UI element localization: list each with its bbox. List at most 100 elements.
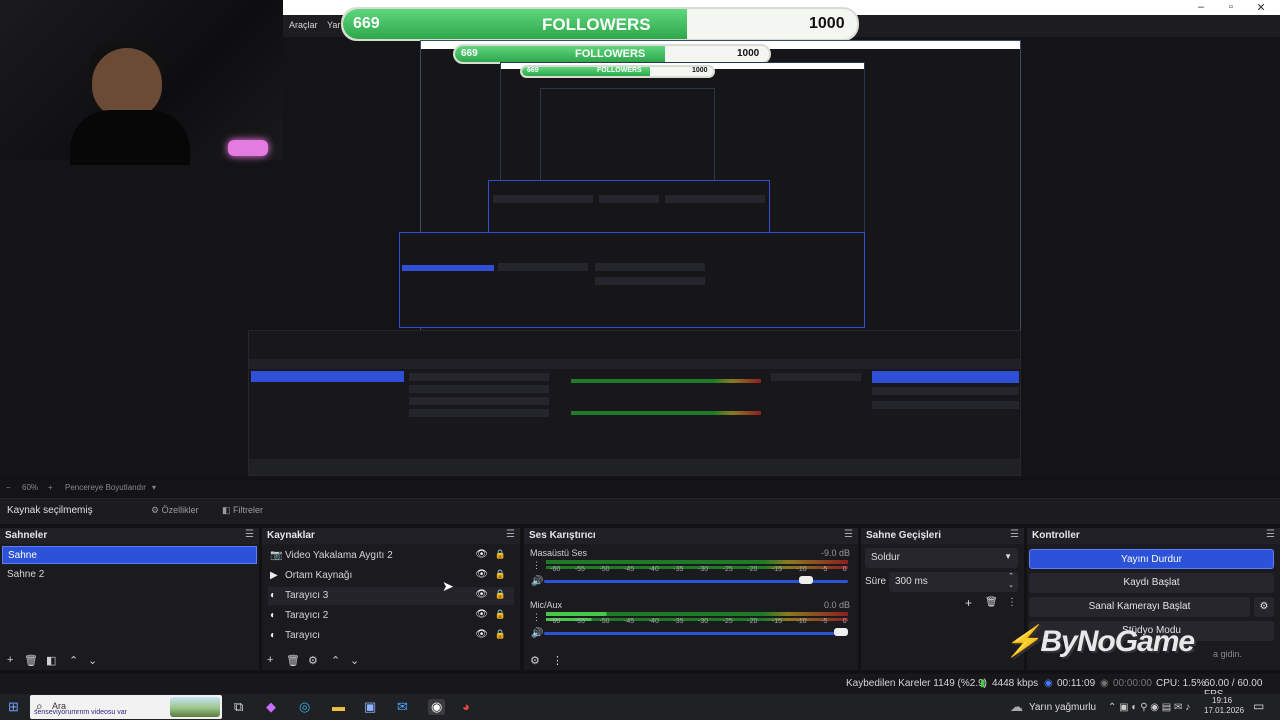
lock-icon[interactable]: 🔒	[495, 609, 506, 620]
meter-scale: -60 -55 -50 -45 -40 -35 -30 -25 -20 -15 -10 -5 0	[550, 618, 847, 625]
maximize-icon[interactable]: ▫	[1218, 1, 1244, 13]
add-scene-icon[interactable]: +	[7, 654, 13, 666]
mixer-channel: Mic/Aux 0.0 dB ⋮ -60 -55 -50 -45 -40 -35 -30 -2…	[526, 600, 852, 646]
copilot-icon[interactable]: ◆	[266, 699, 276, 715]
source-label: Tarayıcı	[285, 630, 321, 641]
zoom-dropdown-icon[interactable]: ▾	[152, 483, 156, 492]
volume-slider-handle[interactable]	[834, 628, 848, 636]
source-item[interactable]: ◐ Tarayıcı 2 👁 🔒	[268, 607, 514, 625]
add-source-icon[interactable]: +	[267, 654, 273, 666]
edge-icon[interactable]: ◎	[299, 699, 310, 715]
move-down-icon[interactable]: ⌄	[350, 654, 359, 667]
follower-goal-bar: 669 FOLLOWERS 1000	[341, 7, 859, 41]
transitions-title: Sahne Geçişleri	[866, 530, 942, 541]
clock-time[interactable]: 19:16	[1212, 696, 1232, 705]
filters-button[interactable]: ◧ Filtreler	[222, 505, 263, 516]
source-item[interactable]: ▶ Ortam Kaynağı 👁 🔒	[268, 567, 514, 585]
visibility-eye-icon[interactable]: 👁	[475, 629, 488, 640]
task-view-icon[interactable]: ⧉	[234, 699, 243, 715]
channel-db: -9.0 dB	[820, 548, 850, 558]
remove-scene-icon[interactable]: 🗑	[24, 654, 38, 667]
visibility-eye-icon[interactable]: 👁	[475, 549, 488, 560]
move-down-icon[interactable]: ⌄	[88, 654, 97, 667]
properties-button[interactable]: ⚙ Özellikler	[151, 505, 199, 516]
mail-icon[interactable]: ✉	[397, 699, 408, 715]
sources-title: Kaynaklar	[267, 530, 315, 541]
source-properties-icon[interactable]: ⚙	[308, 654, 318, 667]
lock-icon[interactable]: 🔒	[495, 549, 506, 560]
speaker-icon[interactable]: 🔊	[531, 576, 543, 587]
resize-to-window-button[interactable]: Pencereye Boyutlandır	[65, 483, 146, 492]
nested-follower-current-2: 669	[527, 67, 539, 74]
dock-menu-icon[interactable]: ☰	[506, 529, 515, 540]
menu-item-tools[interactable]: Araçlar	[289, 20, 318, 30]
dock-menu-icon[interactable]: ☰	[1010, 529, 1019, 540]
stop-streaming-button[interactable]: Yayını Durdur	[1029, 549, 1274, 569]
dock-menu-icon[interactable]: ☰	[245, 529, 254, 540]
weather-text[interactable]: Yarın yağmurlu	[1029, 702, 1096, 713]
move-up-icon[interactable]: ⌃	[69, 654, 78, 667]
visibility-eye-icon[interactable]: 👁	[475, 609, 488, 620]
add-transition-icon[interactable]: +	[965, 596, 972, 610]
taskbar-search[interactable]: ⌕ Ara senseviyorumrnm videosu var	[30, 695, 222, 719]
scene-item-sahne-2[interactable]: Sahne 2	[2, 566, 257, 584]
virtual-camera-settings-button[interactable]: ⚙	[1254, 597, 1274, 617]
minimize-icon[interactable]: –	[1188, 1, 1214, 13]
speaker-icon[interactable]: 🔊	[531, 628, 543, 639]
source-item[interactable]: 📷 Video Yakalama Aygıtı 2 👁 🔒	[268, 547, 514, 565]
stepper-down-icon[interactable]: ⌄	[1008, 581, 1014, 589]
stepper-up-icon[interactable]: ⌃	[1008, 572, 1014, 580]
obs-icon[interactable]: ◉	[428, 699, 446, 715]
program-preview[interactable]: – ▫ ✕ Araçlar Yar 669 FOLLOWERS 1000 669…	[0, 0, 1280, 478]
channel-menu-icon[interactable]: ⋮	[532, 612, 541, 623]
volume-slider[interactable]	[544, 632, 848, 635]
streamer-face	[92, 48, 162, 118]
scene-item-sahne[interactable]: Sahne	[2, 546, 257, 564]
source-item[interactable]: ◐ Tarayıcı 👁 🔒	[268, 627, 514, 645]
stream-time: 00:11:09	[1057, 678, 1096, 689]
zoom-out-button[interactable]: −	[6, 483, 11, 492]
scene-filters-icon[interactable]: ◧	[46, 654, 56, 667]
lock-icon[interactable]: 🔒	[495, 629, 506, 640]
advanced-audio-icon[interactable]: ⚙	[530, 654, 540, 667]
lock-icon[interactable]: 🔒	[495, 589, 506, 600]
source-label: Tarayıcı 2	[285, 610, 329, 621]
visibility-eye-icon[interactable]: 👁	[475, 589, 488, 600]
mixer-menu-icon[interactable]: ⋮	[552, 654, 563, 667]
windows-start-icon[interactable]: ⊞	[8, 699, 19, 715]
volume-slider-handle[interactable]	[799, 576, 814, 584]
watermark-text: ByNoGame	[1040, 625, 1195, 658]
source-item[interactable]: ◐ Tarayıcı 3 👁 🔒	[268, 587, 514, 605]
start-recording-button[interactable]: Kaydı Başlat	[1029, 573, 1274, 593]
dock-menu-icon[interactable]: ☰	[1266, 529, 1275, 540]
tray-icons[interactable]: ⌃ ▣ ◐ ⚲ ◉ ▤ ✉ ♪	[1108, 702, 1190, 713]
nested-follower-current-1: 669	[461, 48, 478, 59]
menu-item-help[interactable]: Yar	[327, 20, 340, 30]
nested-follower-label-2: FOLLOWERS	[597, 67, 642, 74]
file-explorer-icon[interactable]: ▬	[332, 699, 345, 714]
gear-icon: ⚙	[151, 505, 160, 515]
transition-select[interactable]: Soldur ▼	[865, 548, 1018, 568]
transition-properties-icon[interactable]: ⋮	[1007, 597, 1017, 608]
transition-selected: Soldur	[871, 552, 900, 563]
pink-light	[228, 140, 268, 156]
notification-icon[interactable]: ▭	[1253, 699, 1264, 713]
source-status-text: Kaynak seçilmemiş	[7, 505, 93, 516]
visibility-eye-icon[interactable]: 👁	[475, 569, 488, 580]
close-icon[interactable]: ✕	[1248, 1, 1274, 14]
clock-date[interactable]: 17.01.2026	[1204, 706, 1244, 715]
store-icon[interactable]: ▣	[364, 699, 376, 715]
meter-scale: -60 -55 -50 -45 -40 -35 -30 -25 -20 -15 -10 -5 0	[550, 566, 847, 573]
dock-menu-icon[interactable]: ☰	[844, 529, 853, 540]
zoom-in-button[interactable]: +	[48, 483, 53, 492]
camera-icon: 📷	[270, 550, 283, 561]
remove-source-icon[interactable]: 🗑	[286, 654, 300, 667]
start-virtual-camera-button[interactable]: Sanal Kamerayı Başlat	[1029, 597, 1250, 617]
duration-input[interactable]: 300 ms ⌃ ⌄	[889, 572, 1018, 592]
remove-transition-icon[interactable]: 🗑	[985, 597, 998, 608]
chrome-icon[interactable]: ◕	[462, 699, 470, 714]
mixer-toolbar: ⚙ ⋮	[524, 652, 858, 670]
channel-menu-icon[interactable]: ⋮	[532, 560, 541, 571]
lock-icon[interactable]: 🔒	[495, 569, 506, 580]
move-up-icon[interactable]: ⌃	[331, 654, 340, 667]
